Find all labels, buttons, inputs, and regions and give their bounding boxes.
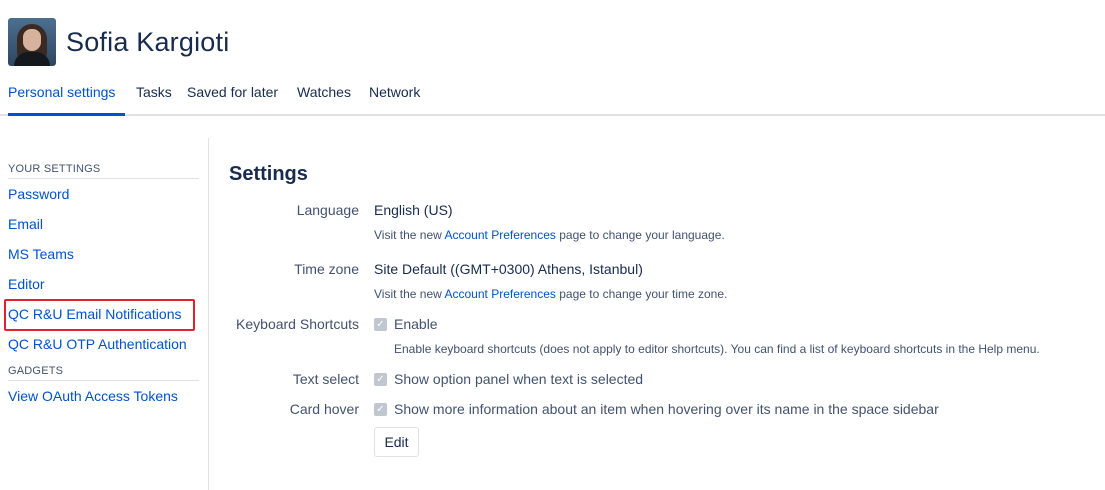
keyboard-shortcuts-checkbox-label: Enable [394, 316, 438, 332]
your-settings-heading: YOUR SETTINGS [8, 160, 199, 179]
text-select-option: ✓ Show option panel when text is selecte… [374, 371, 643, 387]
tab-personal-settings[interactable]: Personal settings [8, 74, 126, 116]
timezone-hint-suffix: page to change your time zone. [555, 287, 728, 301]
keyboard-shortcuts-hint: Enable keyboard shortcuts (does not appl… [394, 342, 1040, 356]
text-select-label: Text select [292, 371, 359, 387]
card-hover-checkbox-label: Show more information about an item when… [394, 401, 939, 417]
keyboard-shortcuts-checkbox[interactable]: ✓ [374, 317, 387, 331]
tab-saved-for-later[interactable]: Saved for later [187, 74, 278, 114]
card-hover-checkbox[interactable]: ✓ [374, 402, 387, 416]
card-hover-option: ✓ Show more information about an item wh… [374, 401, 939, 417]
timezone-label: Time zone [294, 261, 359, 277]
user-name: Sofia Kargioti [66, 26, 230, 57]
sidebar-divider [208, 138, 209, 490]
edit-button[interactable]: Edit [374, 427, 419, 457]
language-value: English (US) [374, 202, 453, 218]
card-hover-label: Card hover [289, 401, 359, 417]
sidebar-item-qc-otp-authentication[interactable]: QC R&U OTP Authentication [8, 329, 199, 359]
page-title: Settings [229, 163, 308, 185]
keyboard-shortcuts-label: Keyboard Shortcuts [236, 316, 359, 332]
language-hint: Visit the new Account Preferences page t… [374, 228, 725, 242]
timezone-hint-prefix: Visit the new [374, 287, 445, 301]
avatar-face [23, 29, 41, 51]
avatar[interactable] [8, 18, 56, 66]
timezone-value: Site Default ((GMT+0300) Athens, Istanbu… [374, 261, 643, 277]
text-select-checkbox-label: Show option panel when text is selected [394, 371, 644, 387]
tab-tasks[interactable]: Tasks [136, 74, 172, 114]
tab-watches[interactable]: Watches [297, 74, 351, 114]
account-preferences-link[interactable]: Account Preferences [445, 287, 556, 301]
profile-header: Sofia Kargioti [8, 18, 229, 66]
text-select-checkbox[interactable]: ✓ [374, 372, 387, 386]
language-label: Language [296, 202, 359, 218]
profile-tabs: Personal settings Tasks Saved for later … [0, 74, 1105, 116]
avatar-body [14, 52, 50, 66]
account-preferences-link[interactable]: Account Preferences [445, 228, 556, 242]
tab-network[interactable]: Network [369, 74, 420, 114]
timezone-hint: Visit the new Account Preferences page t… [374, 287, 727, 301]
language-hint-suffix: page to change your language. [555, 228, 725, 242]
keyboard-shortcuts-option: ✓ Enable [374, 316, 438, 332]
language-hint-prefix: Visit the new [374, 228, 445, 242]
